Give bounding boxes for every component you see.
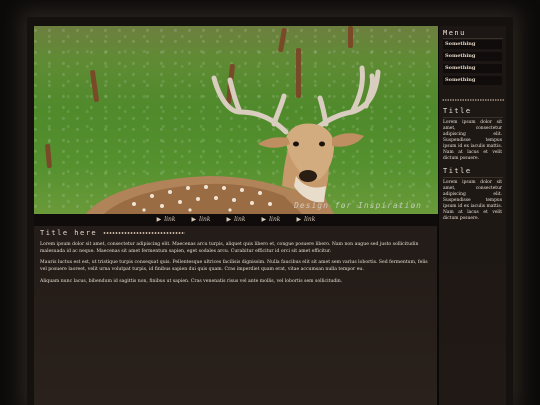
play-arrow-icon: ▶ (226, 216, 232, 223)
nav-link[interactable]: ▶ link (296, 214, 315, 226)
body-paragraph: Mauris luctus est est, ut tristique turp… (40, 260, 428, 273)
menu-item[interactable]: Something (443, 52, 502, 61)
nav-link[interactable]: ▶ link (157, 214, 176, 226)
dotted-divider (442, 99, 504, 101)
nav-link[interactable]: ▶ link (227, 214, 246, 226)
play-arrow-icon: ▶ (156, 216, 162, 223)
menu-item[interactable]: Something (443, 40, 502, 49)
body-paragraph: Aliquam nunc lacus, bibendum id sagittis… (40, 278, 343, 284)
menu-item[interactable]: Something (443, 64, 502, 73)
sidebar-box-title: Title (443, 167, 472, 175)
sidebar-menu: Something Something Something Something (443, 40, 502, 88)
hero-image: Design for Inspiration (34, 26, 438, 214)
nav-bar: ▶ link ▶ link ▶ link ▶ link ▶ link (34, 214, 438, 226)
sidebar-box-text: Lorem ipsum dolor sit amet, consectetur … (443, 120, 502, 161)
menu-item[interactable]: Something (443, 76, 502, 85)
menu-title: Menu (443, 29, 466, 37)
sidebar-box-title: Title (443, 107, 472, 115)
hero-credit: Design for Inspiration (294, 201, 422, 210)
play-arrow-icon: ▶ (191, 216, 197, 223)
box-underline (443, 117, 503, 118)
dotted-divider (103, 232, 186, 234)
play-arrow-icon: ▶ (261, 216, 267, 223)
menu-underline (443, 38, 503, 39)
page-title: Title here (40, 229, 434, 237)
sidebar-box-text: Lorem ipsum dolor sit amet, consectetur … (443, 180, 502, 221)
nav-link[interactable]: ▶ link (261, 214, 280, 226)
box-underline (443, 177, 503, 178)
play-arrow-icon: ▶ (296, 216, 302, 223)
deer-illustration (86, 65, 381, 214)
body-paragraph: Lorem ipsum dolor sit amet, consectetur … (40, 242, 419, 254)
nav-link[interactable]: ▶ link (192, 214, 211, 226)
main-content: Title here Lorem ipsum dolor sit amet, c… (40, 229, 434, 286)
